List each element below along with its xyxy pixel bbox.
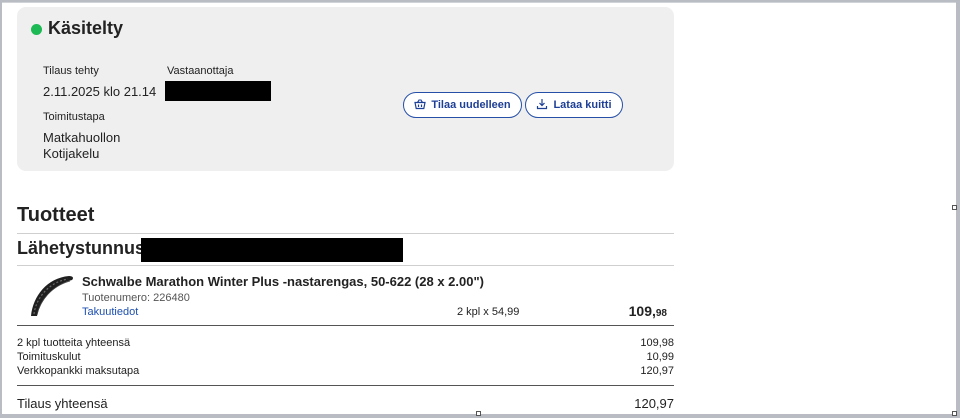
product-quantity: 2 kpl x 54,99: [457, 306, 520, 318]
shipment-id-redacted: [141, 238, 403, 262]
delivery-label: Toimitustapa: [43, 111, 105, 123]
download-receipt-button[interactable]: Lataa kuitti: [525, 92, 623, 118]
reorder-button[interactable]: Tilaa uudelleen: [403, 92, 522, 118]
order-status-card: Käsitelty Tilaus tehty 2.11.2025 klo 21.…: [17, 7, 674, 171]
receipt-label: Lataa kuitti: [553, 99, 612, 111]
summary-row: Verkkopankki maksutapa 120,97: [17, 365, 674, 377]
summary-row: 2 kpl tuotteita yhteensä 109,98: [17, 337, 674, 349]
delivery-value-line1: Matkahuollon: [43, 130, 121, 145]
recipient-label: Vastaanottaja: [167, 65, 234, 77]
resize-handle[interactable]: [952, 205, 957, 210]
summary-row: Toimituskulut 10,99: [17, 351, 674, 363]
product-price: 109,98: [629, 303, 667, 319]
product-name[interactable]: Schwalbe Marathon Winter Plus -nastareng…: [82, 274, 484, 289]
summary-label: 2 kpl tuotteita yhteensä: [17, 337, 131, 349]
status-dot-icon: [31, 24, 42, 35]
divider: [17, 385, 674, 386]
summary-value: 10,99: [646, 351, 674, 363]
shipment-label: Lähetystunnus: [17, 238, 146, 258]
divider: [17, 265, 674, 266]
price-decimal: 98: [655, 308, 667, 319]
summary-label: Toimituskulut: [17, 351, 81, 363]
page: Käsitelty Tilaus tehty 2.11.2025 klo 21.…: [2, 2, 956, 414]
status-title: Käsitelty: [48, 18, 124, 38]
basket-icon: [414, 98, 427, 113]
order-date-value: 2.11.2025 klo 21.14: [43, 84, 157, 99]
bicycle-tire-icon: [31, 276, 73, 316]
order-details: Käsitelty Tilaus tehty 2.11.2025 klo 21.…: [17, 7, 674, 411]
order-total-row: Tilaus yhteensä 120,97: [17, 396, 674, 411]
divider: [17, 233, 674, 234]
warranty-link[interactable]: Takuutiedot: [82, 306, 138, 318]
recipient-redacted: [165, 81, 271, 101]
reorder-label: Tilaa uudelleen: [431, 99, 511, 111]
products-title: Tuotteet: [17, 204, 95, 226]
price-main: 109,: [628, 303, 656, 319]
summary-value: 109,98: [640, 337, 674, 349]
download-icon: [536, 98, 548, 113]
order-date-label: Tilaus tehty: [43, 65, 99, 77]
resize-handle[interactable]: [952, 411, 957, 416]
product-code: Tuotenumero: 226480: [82, 292, 190, 304]
total-value: 120,97: [634, 396, 674, 411]
resize-handle[interactable]: [476, 411, 481, 416]
summary-label: Verkkopankki maksutapa: [17, 365, 140, 377]
total-label: Tilaus yhteensä: [17, 396, 108, 411]
summary-value: 120,97: [640, 365, 674, 377]
divider: [17, 325, 674, 326]
product-image[interactable]: [25, 272, 75, 318]
delivery-value-line2: Kotijakelu: [43, 146, 100, 161]
